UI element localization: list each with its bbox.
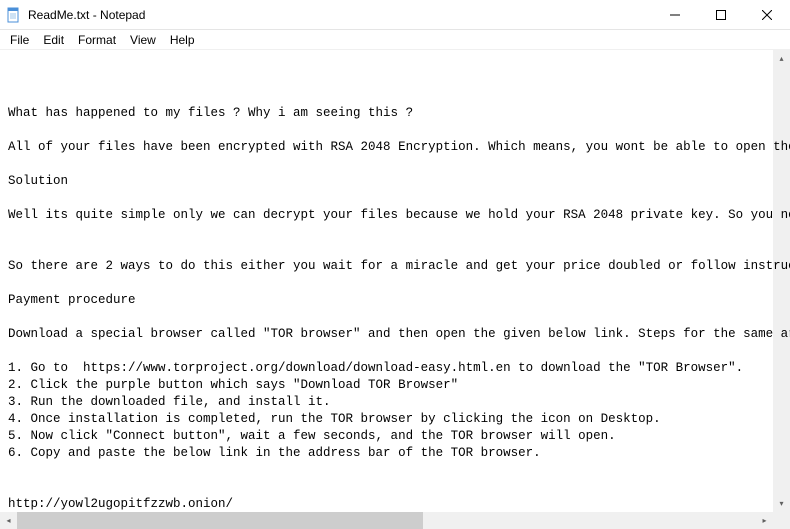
notepad-icon	[6, 7, 22, 23]
text-line	[8, 190, 782, 207]
text-line: Payment procedure	[8, 292, 782, 309]
text-line: All of your files have been encrypted wi…	[8, 139, 782, 156]
text-line: Well its quite simple only we can decryp…	[8, 207, 782, 224]
text-line	[8, 88, 782, 105]
scroll-up-arrow[interactable]: ▴	[773, 50, 790, 67]
text-line: So there are 2 ways to do this either yo…	[8, 258, 782, 275]
text-line: Download a special browser called "TOR b…	[8, 326, 782, 343]
titlebar-left: ReadMe.txt - Notepad	[6, 7, 145, 23]
editor-content: What has happened to my files ? Why i am…	[8, 88, 782, 529]
text-line	[8, 241, 782, 258]
menu-view[interactable]: View	[124, 32, 162, 48]
close-button[interactable]	[744, 0, 790, 29]
menu-format[interactable]: Format	[72, 32, 122, 48]
text-line: 5. Now click "Connect button", wait a fe…	[8, 428, 782, 445]
menu-file[interactable]: File	[4, 32, 35, 48]
menubar: File Edit Format View Help	[0, 30, 790, 50]
text-line: 4. Once installation is completed, run t…	[8, 411, 782, 428]
text-line	[8, 309, 782, 326]
menu-edit[interactable]: Edit	[37, 32, 70, 48]
menu-help[interactable]: Help	[164, 32, 201, 48]
text-line: 1. Go to https://www.torproject.org/down…	[8, 360, 782, 377]
text-line	[8, 122, 782, 139]
text-line	[8, 275, 782, 292]
text-line: Solution	[8, 173, 782, 190]
text-line: 6. Copy and paste the below link in the …	[8, 445, 782, 462]
text-line: What has happened to my files ? Why i am…	[8, 105, 782, 122]
text-line	[8, 513, 782, 529]
window-controls	[652, 0, 790, 29]
text-line: 3. Run the downloaded file, and install …	[8, 394, 782, 411]
text-line	[8, 156, 782, 173]
text-line	[8, 224, 782, 241]
text-line: http://yowl2ugopitfzzwb.onion/	[8, 496, 782, 513]
titlebar: ReadMe.txt - Notepad	[0, 0, 790, 30]
text-line	[8, 462, 782, 479]
text-line	[8, 479, 782, 496]
text-line: 2. Click the purple button which says "D…	[8, 377, 782, 394]
minimize-button[interactable]	[652, 0, 698, 29]
text-editor[interactable]: What has happened to my files ? Why i am…	[0, 50, 790, 529]
window-title: ReadMe.txt - Notepad	[28, 8, 145, 22]
maximize-button[interactable]	[698, 0, 744, 29]
text-line	[8, 343, 782, 360]
